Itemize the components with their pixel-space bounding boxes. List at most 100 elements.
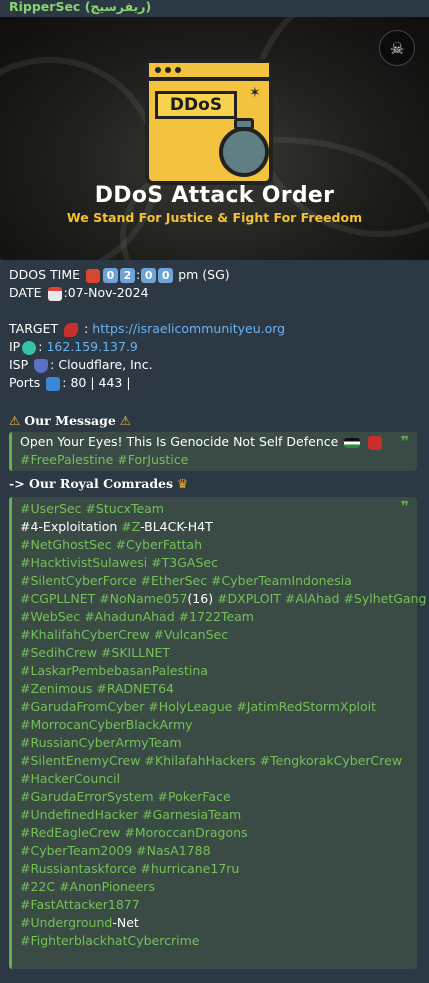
- hashtag-link[interactable]: #WebSec #AhadunAhad #1722Team: [20, 609, 254, 624]
- time-digit: 0: [158, 268, 174, 283]
- hashtag-link[interactable]: #FighterblackhatCybercrime: [20, 933, 199, 948]
- date-label: DATE: [9, 285, 42, 300]
- hashtag-link[interactable]: #KhalifahCyberCrew #VulcanSec: [20, 627, 228, 642]
- hashtag-link[interactable]: #FastAttacker1877: [20, 897, 140, 912]
- warning-icon: ⚠: [9, 413, 21, 428]
- comrade-line: #CGPLLNET #NoName057(16) #DXPLOIT #AlAha…: [20, 590, 426, 608]
- ddos-time-label: DDOS TIME: [9, 267, 81, 282]
- comrade-line: #FighterblackhatCybercrime: [20, 932, 407, 950]
- comrade-line: #SilentEnemyCrew #KhilafahHackers #Tengk…: [20, 752, 407, 770]
- calendar-icon: [47, 286, 62, 301]
- comrade-text: -Net: [112, 915, 139, 930]
- quote-mark-icon: ❞: [400, 499, 409, 515]
- hashtag-link[interactable]: #DXPLOIT #AlAhad #SylhetGang: [217, 591, 426, 606]
- time-digit: 0: [103, 268, 118, 283]
- comrade-line: #SedihCrew #SKILLNET: [20, 644, 407, 662]
- comrade-line: #Russiantaskforce #hurricane17ru: [20, 860, 407, 878]
- boxing-glove-icon: [64, 322, 79, 337]
- target-label: TARGET: [9, 321, 59, 336]
- hashtag-link[interactable]: #HacktivistSulawesi #T3GASec: [20, 555, 218, 570]
- hashtag-link[interactable]: #NetGhostSec #CyberFattah: [20, 537, 202, 552]
- quote-hashtags[interactable]: #FreePalestine #ForJustice: [20, 451, 407, 469]
- ports-label: Ports: [9, 375, 41, 390]
- ip-sep: :: [38, 339, 43, 354]
- comrade-line: #KhalifahCyberCrew #VulcanSec: [20, 626, 407, 644]
- comrade-line: #RedEagleCrew #MoroccanDragons: [20, 824, 407, 842]
- comrade-line: #FastAttacker1877: [20, 896, 407, 914]
- hashtag-link[interactable]: #RedEagleCrew #MoroccanDragons: [20, 825, 248, 840]
- comrade-line: #GarudaErrorSystem #PokerFace: [20, 788, 407, 806]
- ddos-banner-image[interactable]: ☠ DDoS ✶ DDoS Attack Order We Stand For …: [0, 17, 429, 260]
- date-line: DATE :07-Nov-2024: [9, 284, 421, 302]
- hashtag-link[interactable]: #RussianCyberArmyTeam: [20, 735, 182, 750]
- comrade-line: #LaskarPembebasanPalestina: [20, 662, 407, 680]
- comrade-line: #WebSec #AhadunAhad #1722Team: [20, 608, 407, 626]
- hashtag-link[interactable]: #SedihCrew #SKILLNET: [20, 645, 170, 660]
- boxing-glove-icon: [86, 268, 100, 283]
- stop-sign-icon: [368, 435, 383, 450]
- palestine-flag-icon: [344, 437, 361, 448]
- message-text: DDOS TIME 02:00 pm (SG) DATE :07-Nov-202…: [9, 266, 421, 430]
- hashtag-link[interactable]: #22C #AnonPioneers: [20, 879, 155, 894]
- target-url-link[interactable]: https://israelicommunityeu.org: [92, 321, 285, 336]
- isp-label: ISP: [9, 357, 29, 372]
- isp-value: : Cloudflare, Inc.: [50, 357, 153, 372]
- comrade-line: #GarudaFromCyber #HolyLeague #JatimRedSt…: [20, 698, 407, 716]
- skull-logo-icon: ☠: [379, 30, 415, 66]
- comrades-title: -> Our Royal Comrades: [9, 476, 174, 491]
- bomb-icon: [219, 127, 269, 177]
- shield-icon: [34, 358, 49, 373]
- comrade-line: #RussianCyberArmyTeam: [20, 734, 407, 752]
- target-line: TARGET : https://israelicommunityeu.org: [9, 320, 421, 338]
- date-value: :07-Nov-2024: [63, 285, 149, 300]
- message-quote: ❞ Open Your Eyes! This Is Genocide Not S…: [9, 432, 417, 471]
- window-dot: [165, 67, 171, 73]
- comrade-line: #UserSec #StucxTeam: [20, 500, 407, 518]
- comrade-line: #HackerCouncil: [20, 770, 407, 788]
- hashtag-link[interactable]: #Underground: [20, 915, 112, 930]
- comrades-quote: ❞ #UserSec #StucxTeam #4-Exploitation #Z-…: [9, 497, 426, 969]
- hashtag-link[interactable]: #GarudaFromCyber #HolyLeague #JatimRedSt…: [20, 699, 376, 714]
- fuse-spark-icon: ✶: [249, 85, 261, 101]
- hashtag-link[interactable]: #HackerCouncil: [20, 771, 120, 786]
- our-message-title: Our Message: [24, 413, 116, 428]
- comrade-text: (16): [187, 591, 218, 606]
- comrade-line: #MorrocanCyberBlackArmy: [20, 716, 407, 734]
- comrade-line: #UndefinedHacker #GarnesiaTeam: [20, 806, 407, 824]
- hashtag-link[interactable]: #Z: [121, 519, 140, 534]
- ddos-time-line: DDOS TIME 02:00 pm (SG): [9, 267, 230, 283]
- hashtag-link[interactable]: #MorrocanCyberBlackArmy: [20, 717, 193, 732]
- hashtag-link[interactable]: #UndefinedHacker #GarnesiaTeam: [20, 807, 241, 822]
- comrades-heading: -> Our Royal Comrades ♛: [9, 475, 188, 493]
- comrade-line: #Underground-Net: [20, 914, 407, 932]
- comrade-line: #SilentCyberForce #EtherSec #CyberTeamIn…: [20, 572, 407, 590]
- ip-link[interactable]: 162.159.137.9: [46, 339, 137, 354]
- hashtag-link[interactable]: #UserSec #StucxTeam: [20, 501, 164, 516]
- hashtag-link[interactable]: #GarudaErrorSystem #PokerFace: [20, 789, 231, 804]
- comrade-line: #HacktivistSulawesi #T3GASec: [20, 554, 407, 572]
- warning-icon: ⚠: [119, 413, 131, 428]
- hashtag-link[interactable]: #CGPLLNET #NoName057: [20, 591, 187, 606]
- crown-icon: ♛: [177, 476, 189, 491]
- quote-text: Open Your Eyes! This Is Genocide Not Sel…: [20, 434, 339, 449]
- hashtag-link[interactable]: #CyberTeam2009 #NasA1788: [20, 843, 211, 858]
- sender-name[interactable]: RipperSec (ريفرسيج): [9, 0, 151, 17]
- window-dot: [155, 67, 161, 73]
- hashtag-link[interactable]: #SilentEnemyCrew #KhilafahHackers #Tengk…: [20, 753, 402, 768]
- ddos-box-label: DDoS: [155, 91, 237, 119]
- hashtag-link[interactable]: #LaskarPembebasanPalestina: [20, 663, 208, 678]
- ddos-time-suffix: pm (SG): [178, 267, 230, 282]
- comrade-line: #4-Exploitation #Z-BL4CK-H4T: [20, 518, 407, 536]
- hashtag-link[interactable]: #SilentCyberForce #EtherSec #CyberTeamIn…: [20, 573, 352, 588]
- isp-line: ISP : Cloudflare, Inc.: [9, 356, 421, 374]
- our-message-heading: ⚠ Our Message ⚠: [9, 412, 421, 430]
- hashtag-link[interactable]: #Zenimous #RADNET64: [20, 681, 174, 696]
- hashtag-link[interactable]: #Russiantaskforce #hurricane17ru: [20, 861, 239, 876]
- comrade-line: #NetGhostSec #CyberFattah: [20, 536, 407, 554]
- window-dot: [175, 67, 181, 73]
- comrade-line: #Zenimous #RADNET64: [20, 680, 407, 698]
- comrade-text: -BL4CK-H4T: [140, 519, 213, 534]
- comrades-list: #UserSec #StucxTeam #4-Exploitation #Z-BL…: [20, 500, 426, 950]
